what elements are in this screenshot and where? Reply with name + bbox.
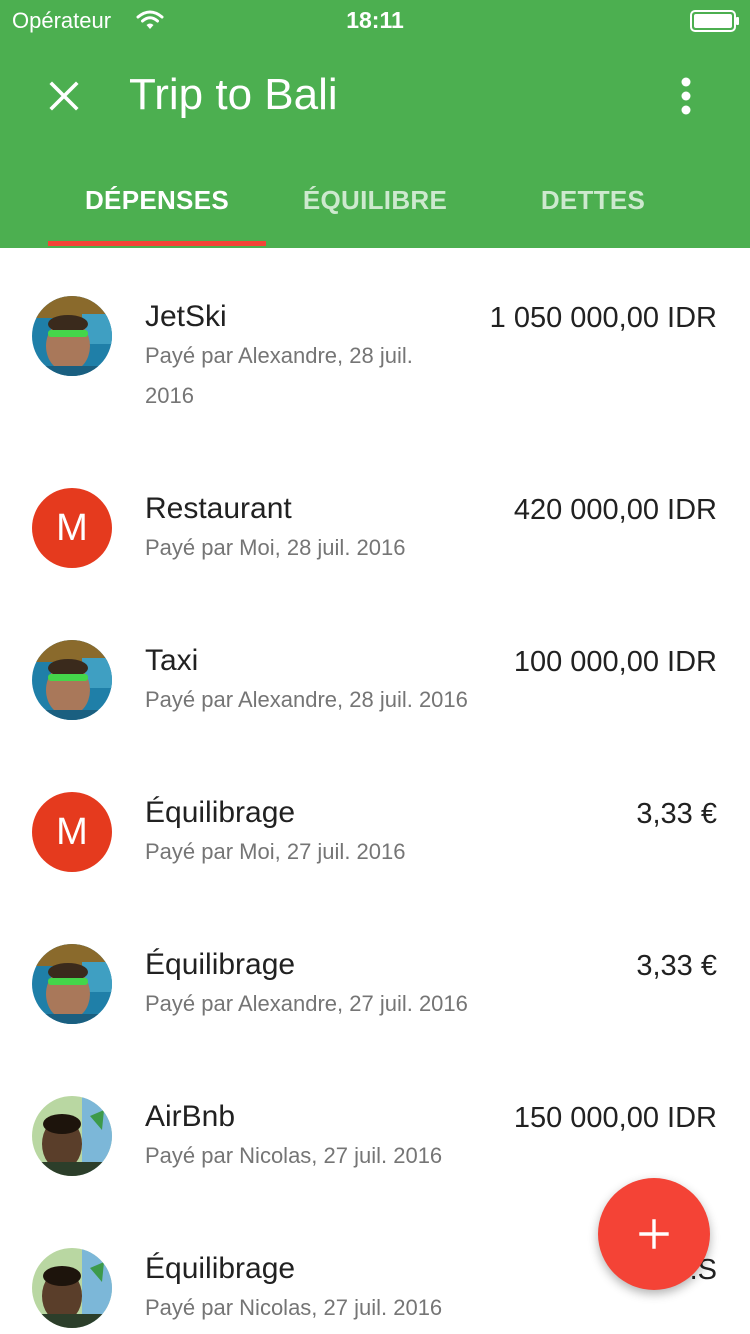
close-button[interactable]	[32, 64, 96, 128]
avatar: M	[32, 792, 112, 872]
expense-payer: Payé par Moi, 28 juil. 2016	[145, 535, 406, 560]
expense-row[interactable]: M Équilibrage Payé par Moi, 27 juil. 201…	[0, 744, 750, 896]
battery-icon	[690, 10, 739, 32]
avatar-photo-nicolas	[32, 1248, 112, 1328]
expense-amount: 150 000,00 IDR	[513, 1102, 717, 1134]
expense-amount: 3,33 €	[636, 798, 717, 830]
tab-dettes[interactable]: DETTES	[484, 152, 702, 248]
expense-title: AirBnb	[145, 1100, 236, 1133]
expense-payer: Payé par Nicolas, 27 juil. 2016	[145, 1295, 443, 1320]
avatar-photo-alexandre	[32, 944, 112, 1024]
expense-title: JetSki	[145, 300, 227, 333]
tab-bar: DÉPENSES ÉQUILIBRE DETTES	[0, 152, 750, 248]
expense-amount: 100 000,00 IDR	[513, 646, 717, 678]
expense-payer: Payé par Nicolas, 27 juil. 2016	[145, 1143, 443, 1168]
toolbar: Trip to Bali	[0, 40, 750, 152]
close-icon	[49, 81, 79, 111]
expense-row[interactable]: Taxi Payé par Alexandre, 28 juil. 2016 1…	[0, 592, 750, 744]
tab-equilibre[interactable]: ÉQUILIBRE	[266, 152, 484, 248]
page-title: Trip to Bali	[129, 70, 338, 119]
expense-row[interactable]: AirBnb Payé par Nicolas, 27 juil. 2016 1…	[0, 1048, 750, 1200]
expense-title: Équilibrage	[145, 948, 296, 981]
more-vert-icon	[681, 77, 691, 115]
avatar-photo-alexandre	[32, 640, 112, 720]
more-options-button[interactable]	[660, 64, 712, 128]
tab-depenses[interactable]: DÉPENSES	[48, 152, 266, 248]
expense-row[interactable]: M Restaurant Payé par Moi, 28 juil. 2016…	[0, 440, 750, 592]
expense-title: Équilibrage	[145, 1252, 296, 1285]
expense-date-continuation: 2016	[145, 383, 194, 408]
avatar-photo-alexandre	[32, 296, 112, 376]
avatar	[32, 1096, 112, 1176]
expense-row[interactable]: JetSki Payé par Alexandre, 28 juil. 2016…	[0, 248, 750, 408]
status-bar: Opérateur 18:11	[0, 0, 750, 40]
avatar-photo-nicolas	[32, 1096, 112, 1176]
expense-title: Équilibrage	[145, 796, 296, 829]
expense-title: Restaurant	[145, 492, 292, 525]
expense-amount: 3,33 €	[636, 950, 717, 982]
expense-payer: Payé par Alexandre, 28 juil. 2016	[145, 687, 468, 712]
expense-title: Taxi	[145, 644, 199, 677]
expense-payer: Payé par Moi, 27 juil. 2016	[145, 839, 406, 864]
expense-payer: Payé par Alexandre, 27 juil. 2016	[145, 991, 468, 1016]
status-time: 18:11	[346, 7, 404, 33]
avatar	[32, 296, 112, 376]
expense-amount: 1 050 000,00 IDR	[489, 302, 717, 334]
plus-icon	[639, 1219, 669, 1249]
expense-amount: 420 000,00 IDR	[513, 494, 717, 526]
expense-row[interactable]: Équilibrage Payé par Alexandre, 27 juil.…	[0, 896, 750, 1048]
avatar	[32, 944, 112, 1024]
avatar	[32, 640, 112, 720]
active-tab-indicator	[48, 241, 266, 246]
avatar: M	[32, 488, 112, 568]
app-bar: Opérateur 18:11 Trip to Bali DÉPENSES ÉQ…	[0, 0, 750, 248]
expense-payer: Payé par Alexandre, 28 juil.	[145, 343, 413, 368]
add-expense-button[interactable]	[598, 1178, 710, 1290]
avatar	[32, 1248, 112, 1328]
